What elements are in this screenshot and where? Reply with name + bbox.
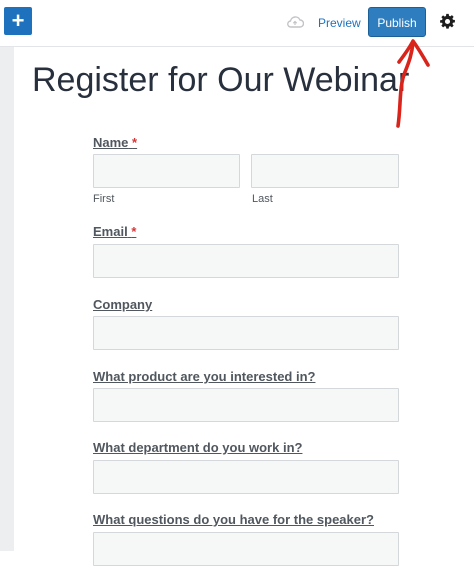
company-input[interactable] (93, 316, 399, 350)
name-label-text: Name (93, 135, 129, 150)
publish-button[interactable]: Publish (368, 7, 426, 37)
add-block-button[interactable]: + (4, 7, 32, 35)
questions-input[interactable] (93, 532, 399, 566)
required-mark: * (132, 135, 138, 150)
department-label: What department do you work in? (93, 440, 303, 455)
email-label-text: Email (93, 224, 128, 239)
product-input[interactable] (93, 388, 399, 422)
email-input[interactable] (93, 244, 399, 278)
company-label: Company (93, 297, 153, 312)
preview-button[interactable]: Preview (311, 12, 368, 34)
page-title[interactable]: Register for Our Webinar (32, 58, 409, 102)
first-sublabel: First (93, 193, 115, 205)
product-label: What product are you interested in? (93, 369, 316, 384)
red-arrow (396, 39, 430, 128)
name-label: Name * (93, 135, 137, 150)
last-name-input[interactable] (251, 154, 399, 188)
first-name-input[interactable] (93, 154, 240, 188)
editor-left-rail (0, 47, 14, 551)
questions-label: What questions do you have for the speak… (93, 512, 374, 527)
gear-icon[interactable] (439, 13, 456, 30)
required-mark: * (131, 224, 137, 239)
cloud-icon (287, 16, 304, 28)
email-label: Email * (93, 224, 136, 239)
last-sublabel: Last (252, 193, 273, 205)
plus-icon: + (11, 8, 25, 33)
department-input[interactable] (93, 460, 399, 494)
